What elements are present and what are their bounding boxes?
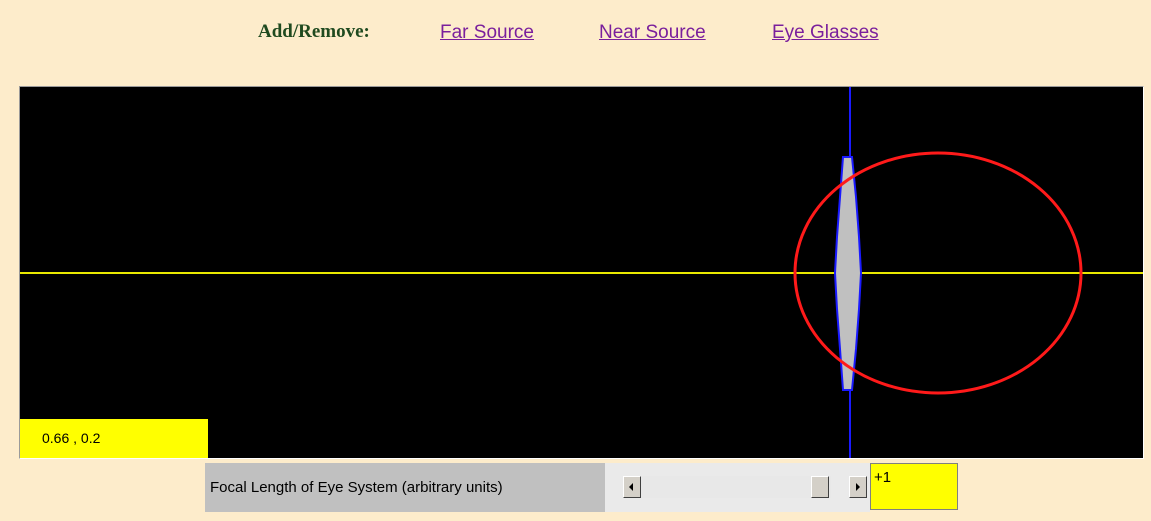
- optics-drawing: [20, 87, 1143, 458]
- coordinate-readout: 0.66 , 0.2: [20, 419, 208, 458]
- scroll-right-button[interactable]: [849, 476, 867, 498]
- focal-length-label: Focal Length of Eye System (arbitrary un…: [205, 463, 605, 512]
- arrow-left-icon: [629, 483, 633, 491]
- far-source-link[interactable]: Far Source: [440, 22, 534, 44]
- scroll-track[interactable]: [641, 476, 831, 498]
- eye-lens[interactable]: [833, 156, 863, 391]
- near-source-link[interactable]: Near Source: [599, 22, 706, 44]
- optics-canvas[interactable]: 0.66 , 0.2: [19, 86, 1144, 459]
- add-remove-label: Add/Remove:: [258, 21, 370, 42]
- scroll-thumb[interactable]: [811, 476, 830, 498]
- focal-length-value: +1: [870, 463, 958, 510]
- arrow-right-icon: [856, 483, 860, 491]
- eye-glasses-link[interactable]: Eye Glasses: [772, 22, 879, 44]
- toolbar: Add/Remove: Far Source Near Source Eye G…: [0, 18, 1151, 48]
- focal-length-scrollbar[interactable]: [605, 463, 870, 512]
- scroll-left-button[interactable]: [623, 476, 641, 498]
